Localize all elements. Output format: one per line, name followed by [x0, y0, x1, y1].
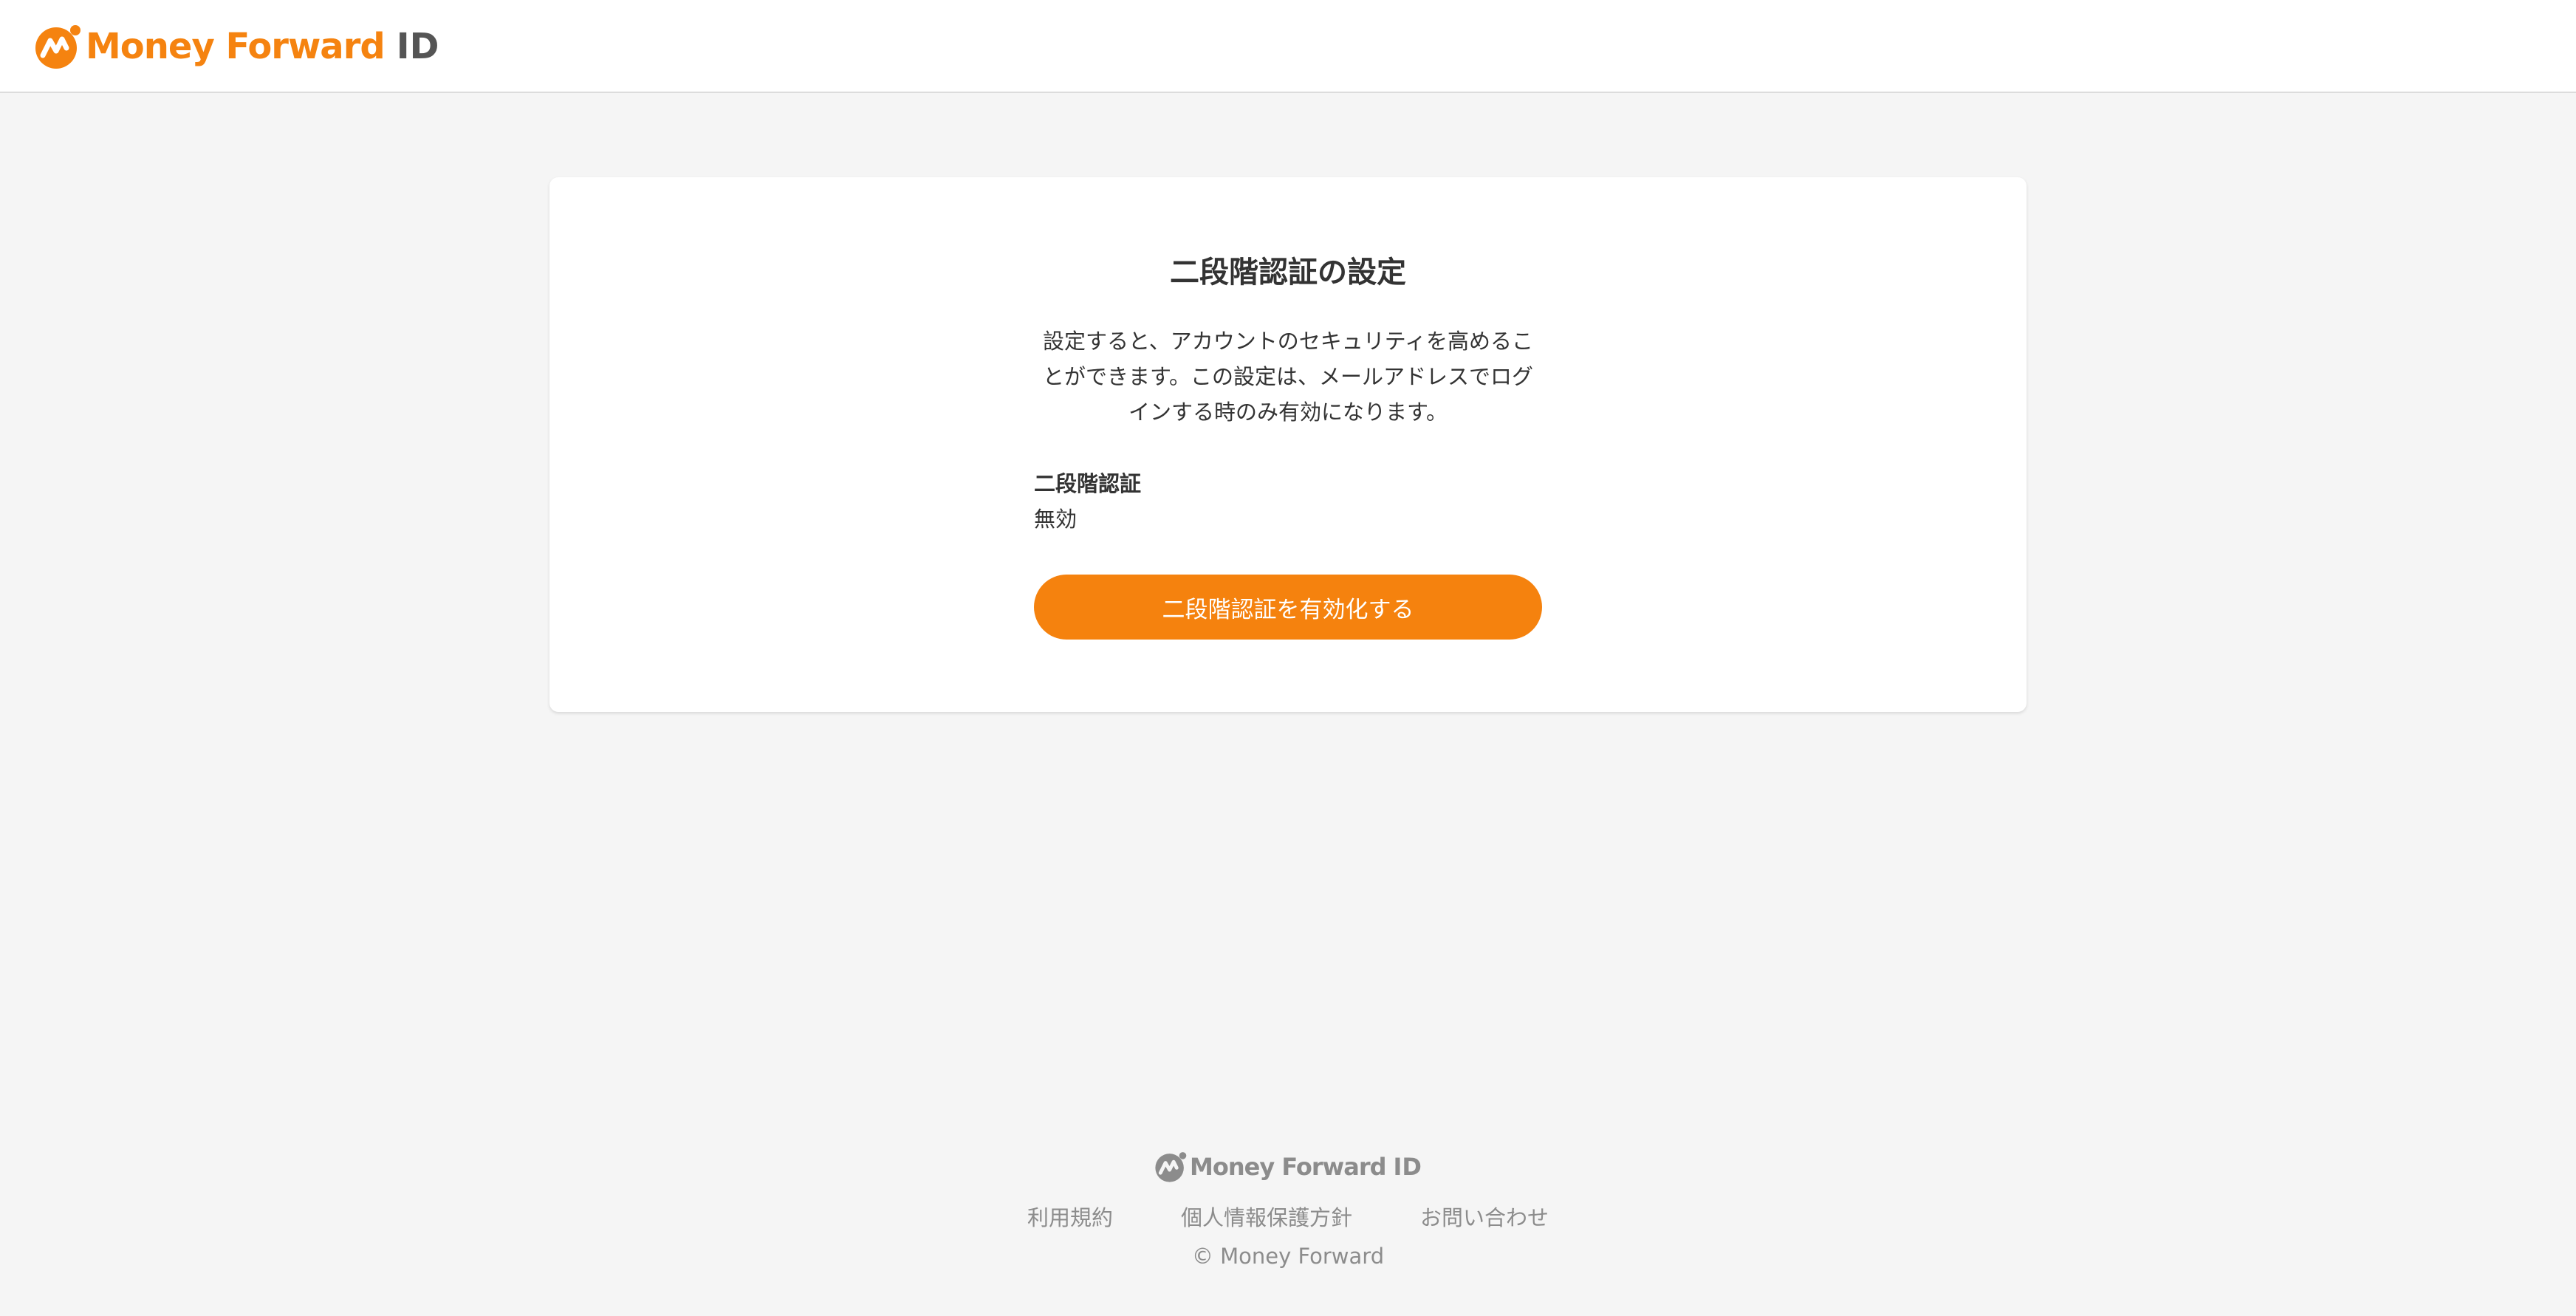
logo-brand-name: Money Forward — [86, 26, 386, 67]
top-header: Money Forward ID — [0, 0, 2576, 93]
logo-brand-suffix: ID — [396, 26, 439, 67]
money-forward-logo-icon — [35, 25, 80, 69]
enable-two-factor-button[interactable]: 二段階認証を有効化する — [1034, 575, 1542, 640]
page-title: 二段階認証の設定 — [1170, 256, 1406, 289]
footer-logo: Money Forward ID — [0, 1149, 2576, 1185]
settings-description: 設定すると、アカウントのセキュリティを高めることができます。この設定は、メールア… — [1042, 329, 1534, 425]
footer-brand-suffix: ID — [1393, 1153, 1422, 1181]
money-forward-id-logo[interactable]: Money Forward ID — [34, 21, 439, 72]
two-factor-settings-card: 二段階認証の設定 設定すると、アカウントのセキュリティを高めることができます。こ… — [549, 177, 2027, 712]
copyright-text: © Money Forward — [1191, 1244, 1385, 1269]
two-factor-status-label: 二段階認証 — [1034, 471, 1142, 496]
two-factor-status-value: 無効 — [1034, 507, 1078, 532]
money-forward-logo-icon — [1155, 1152, 1187, 1182]
footer-brand-name: Money Forward — [1190, 1153, 1386, 1181]
privacy-policy-link[interactable]: 個人情報保護方針 — [1181, 1201, 1352, 1232]
footer-links: 利用規約 個人情報保護方針 お問い合わせ — [0, 1201, 2576, 1232]
terms-of-service-link[interactable]: 利用規約 — [1027, 1201, 1113, 1232]
contact-link[interactable]: お問い合わせ — [1420, 1201, 1549, 1232]
